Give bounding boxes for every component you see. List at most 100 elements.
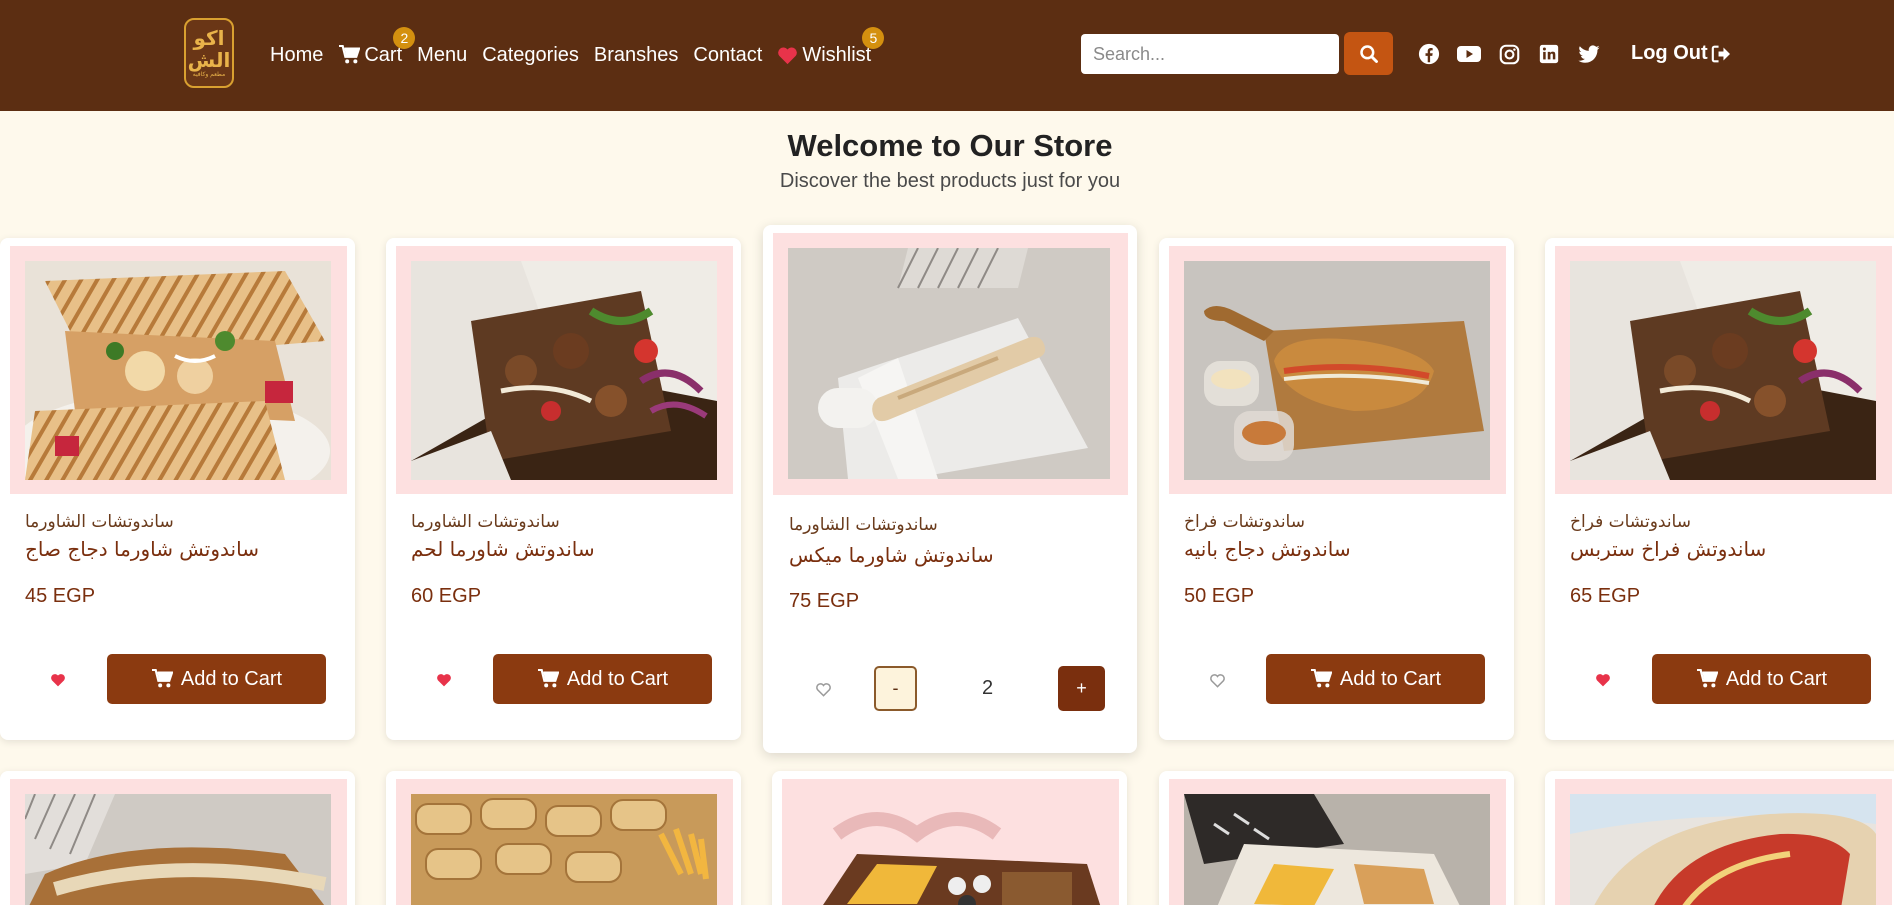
add-to-cart-label: Add to Cart [180, 667, 283, 690]
sandwich-board-image [25, 794, 331, 905]
instagram-icon[interactable] [1497, 42, 1521, 66]
search-icon [1359, 44, 1378, 63]
twitter-icon[interactable] [1577, 42, 1601, 66]
nav-categories[interactable]: Categories [482, 44, 579, 67]
product-image[interactable] [1169, 779, 1506, 905]
product-image[interactable] [1555, 779, 1892, 905]
nav-home-label: Home [270, 43, 324, 66]
logout-button[interactable]: Log Out [1631, 42, 1731, 65]
wishlist-toggle[interactable] [1590, 667, 1616, 693]
product-category: ساندوتشات فراخ [1184, 512, 1305, 532]
facebook-icon[interactable] [1417, 42, 1441, 66]
wishlist-toggle[interactable] [1204, 667, 1230, 693]
shawarma-mix-image [788, 248, 1110, 479]
quantity-decrease-button[interactable]: - [874, 666, 917, 711]
cart-icon [1310, 669, 1332, 688]
product-image[interactable] [1555, 246, 1892, 494]
brand-logo[interactable]: اكو الش مطعم وكافيه [184, 18, 234, 88]
family-meal-image [797, 794, 1103, 905]
logo-subtext: مطعم وكافيه [192, 71, 226, 78]
nav-menu-label: Menu [417, 43, 468, 66]
add-to-cart-button[interactable]: Add to Cart [107, 654, 326, 704]
nav-home[interactable]: Home [270, 44, 323, 67]
add-to-cart-label: Add to Cart [1725, 667, 1828, 690]
nav-cart[interactable]: Cart 2 [338, 26, 416, 67]
navbar: اكو الش مطعم وكافيه Home Cart 2 Menu Cate… [0, 0, 1894, 111]
product-image[interactable] [782, 779, 1119, 905]
product-image[interactable] [396, 779, 733, 905]
product-name[interactable]: ساندوتش شاورما ميكس [789, 543, 994, 567]
wrap-closeup-image [1570, 794, 1876, 905]
heart-filled-icon [51, 674, 65, 687]
product-card [1159, 771, 1514, 905]
wishlist-count-badge: 5 [862, 26, 885, 49]
add-to-cart-label: Add to Cart [1339, 667, 1442, 690]
product-name[interactable]: ساندوتش فراخ ستربس [1570, 537, 1766, 561]
product-price: 60 EGP [411, 585, 482, 607]
product-card: ساندوتشات فراخ ساندوتش فراخ ستربس 65 EGP… [1545, 238, 1894, 740]
nav-links: Home Cart 2 Menu Categories Branshes Con… [270, 26, 886, 70]
product-name[interactable]: ساندوتش شاورما لحم [411, 537, 595, 561]
add-to-cart-button[interactable]: Add to Cart [1652, 654, 1871, 704]
search-button[interactable] [1344, 32, 1393, 75]
heart-outline-icon [815, 682, 831, 697]
youtube-icon[interactable] [1457, 42, 1481, 66]
nav-contact-label: Contact [693, 43, 763, 66]
product-price: 75 EGP [789, 590, 860, 612]
nav-wishlist-label: Wishlist [802, 43, 872, 66]
product-category: ساندوتشات فراخ [1570, 512, 1691, 532]
cart-count-badge: 2 [393, 26, 416, 49]
product-card [386, 771, 741, 905]
search-input[interactable] [1081, 34, 1339, 74]
social-links [1417, 42, 1617, 66]
product-price: 65 EGP [1570, 585, 1641, 607]
linkedin-icon[interactable] [1537, 42, 1561, 66]
cart-icon [339, 45, 361, 64]
heart-icon [778, 46, 798, 64]
cart-icon [1696, 669, 1718, 688]
heart-outline-icon [1209, 673, 1225, 688]
add-to-cart-button[interactable]: Add to Cart [1266, 654, 1485, 704]
product-category: ساندوتشات الشاورما [789, 515, 938, 535]
product-image[interactable] [10, 779, 347, 905]
add-to-cart-label: Add to Cart [566, 667, 669, 690]
product-card: ساندوتشات الشاورما ساندوتش شاورما لحم 60… [386, 238, 741, 740]
nav-menu[interactable]: Menu [417, 44, 467, 67]
nav-branches[interactable]: Branshes [594, 44, 679, 67]
page-subtitle: Discover the best products just for you [779, 170, 1121, 192]
product-price: 50 EGP [1184, 585, 1255, 607]
chicken-strips-image [1570, 261, 1876, 480]
box-meal-image [1184, 794, 1490, 905]
nav-categories-label: Categories [482, 43, 579, 66]
chicken-pane-image [1184, 261, 1490, 480]
heart-filled-icon [1596, 674, 1610, 687]
add-to-cart-button[interactable]: Add to Cart [493, 654, 712, 704]
product-card-active: ساندوتشات الشاورما ساندوتش شاورما ميكس 7… [763, 225, 1137, 753]
product-name[interactable]: ساندوتش شاورما دجاج صاج [25, 537, 259, 561]
wishlist-toggle[interactable] [810, 676, 836, 702]
page-title: Welcome to Our Store [787, 128, 1113, 163]
product-image[interactable] [773, 233, 1128, 495]
product-image[interactable] [1169, 246, 1506, 494]
product-card: ساندوتشات الشاورما ساندوتش شاورما دجاج ص… [0, 238, 355, 740]
nav-contact[interactable]: Contact [693, 44, 762, 67]
shawarma-chicken-image [25, 261, 331, 480]
heart-filled-icon [437, 674, 451, 687]
product-name[interactable]: ساندوتش دجاج بانيه [1184, 537, 1351, 561]
nav-cart-label: Cart [364, 43, 403, 66]
product-image[interactable] [10, 246, 347, 494]
product-price: 45 EGP [25, 585, 96, 607]
shawarma-platter-image [411, 794, 717, 905]
wishlist-toggle[interactable] [45, 667, 71, 693]
sign-out-icon [1711, 45, 1730, 62]
product-category: ساندوتشات الشاورما [25, 512, 174, 532]
quantity-increase-button[interactable]: + [1058, 666, 1105, 711]
nav-wishlist[interactable]: Wishlist 5 [777, 26, 885, 67]
quantity-value: 2 [982, 677, 994, 699]
product-card [0, 771, 355, 905]
product-image[interactable] [396, 246, 733, 494]
shawarma-meat-image [411, 261, 717, 480]
logout-label: Log Out [1631, 42, 1708, 64]
cart-icon [151, 669, 173, 688]
wishlist-toggle[interactable] [431, 667, 457, 693]
